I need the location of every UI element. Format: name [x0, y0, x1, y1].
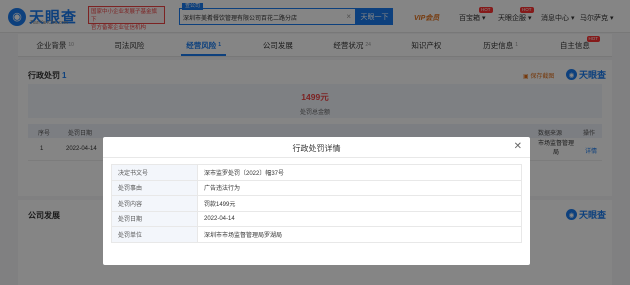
detail-row-authority: 处罚单位 深圳市市场监督管理局罗湖局 [111, 226, 522, 243]
detail-value: 广告违法行为 [197, 179, 522, 196]
detail-label: 处罚内容 [111, 195, 198, 212]
detail-table: 决定书文号 深市监罗处罚〔2022〕幅37号 处罚事由 广告违法行为 处罚内容 … [111, 164, 522, 243]
detail-value: 罚款1499元 [197, 195, 522, 212]
penalty-detail-modal: 行政处罚详情 ✕ 决定书文号 深市监罗处罚〔2022〕幅37号 处罚事由 广告违… [103, 137, 530, 265]
detail-row-date: 处罚日期 2022-04-14 [111, 210, 522, 227]
modal-title: 行政处罚详情 [292, 144, 341, 153]
detail-row-decision-no: 决定书文号 深市监罗处罚〔2022〕幅37号 [111, 164, 522, 181]
detail-row-reason: 处罚事由 广告违法行为 [111, 179, 522, 196]
detail-label: 处罚日期 [111, 210, 198, 227]
detail-row-content: 处罚内容 罚款1499元 [111, 195, 522, 212]
modal-divider [103, 157, 530, 158]
detail-value: 深圳市市场监督管理局罗湖局 [197, 226, 522, 243]
detail-value: 2022-04-14 [197, 210, 522, 227]
detail-value: 深市监罗处罚〔2022〕幅37号 [197, 164, 522, 181]
detail-label: 处罚事由 [111, 179, 198, 196]
close-icon[interactable]: ✕ [514, 141, 522, 153]
detail-label: 处罚单位 [111, 226, 198, 243]
detail-label: 决定书文号 [111, 164, 198, 181]
